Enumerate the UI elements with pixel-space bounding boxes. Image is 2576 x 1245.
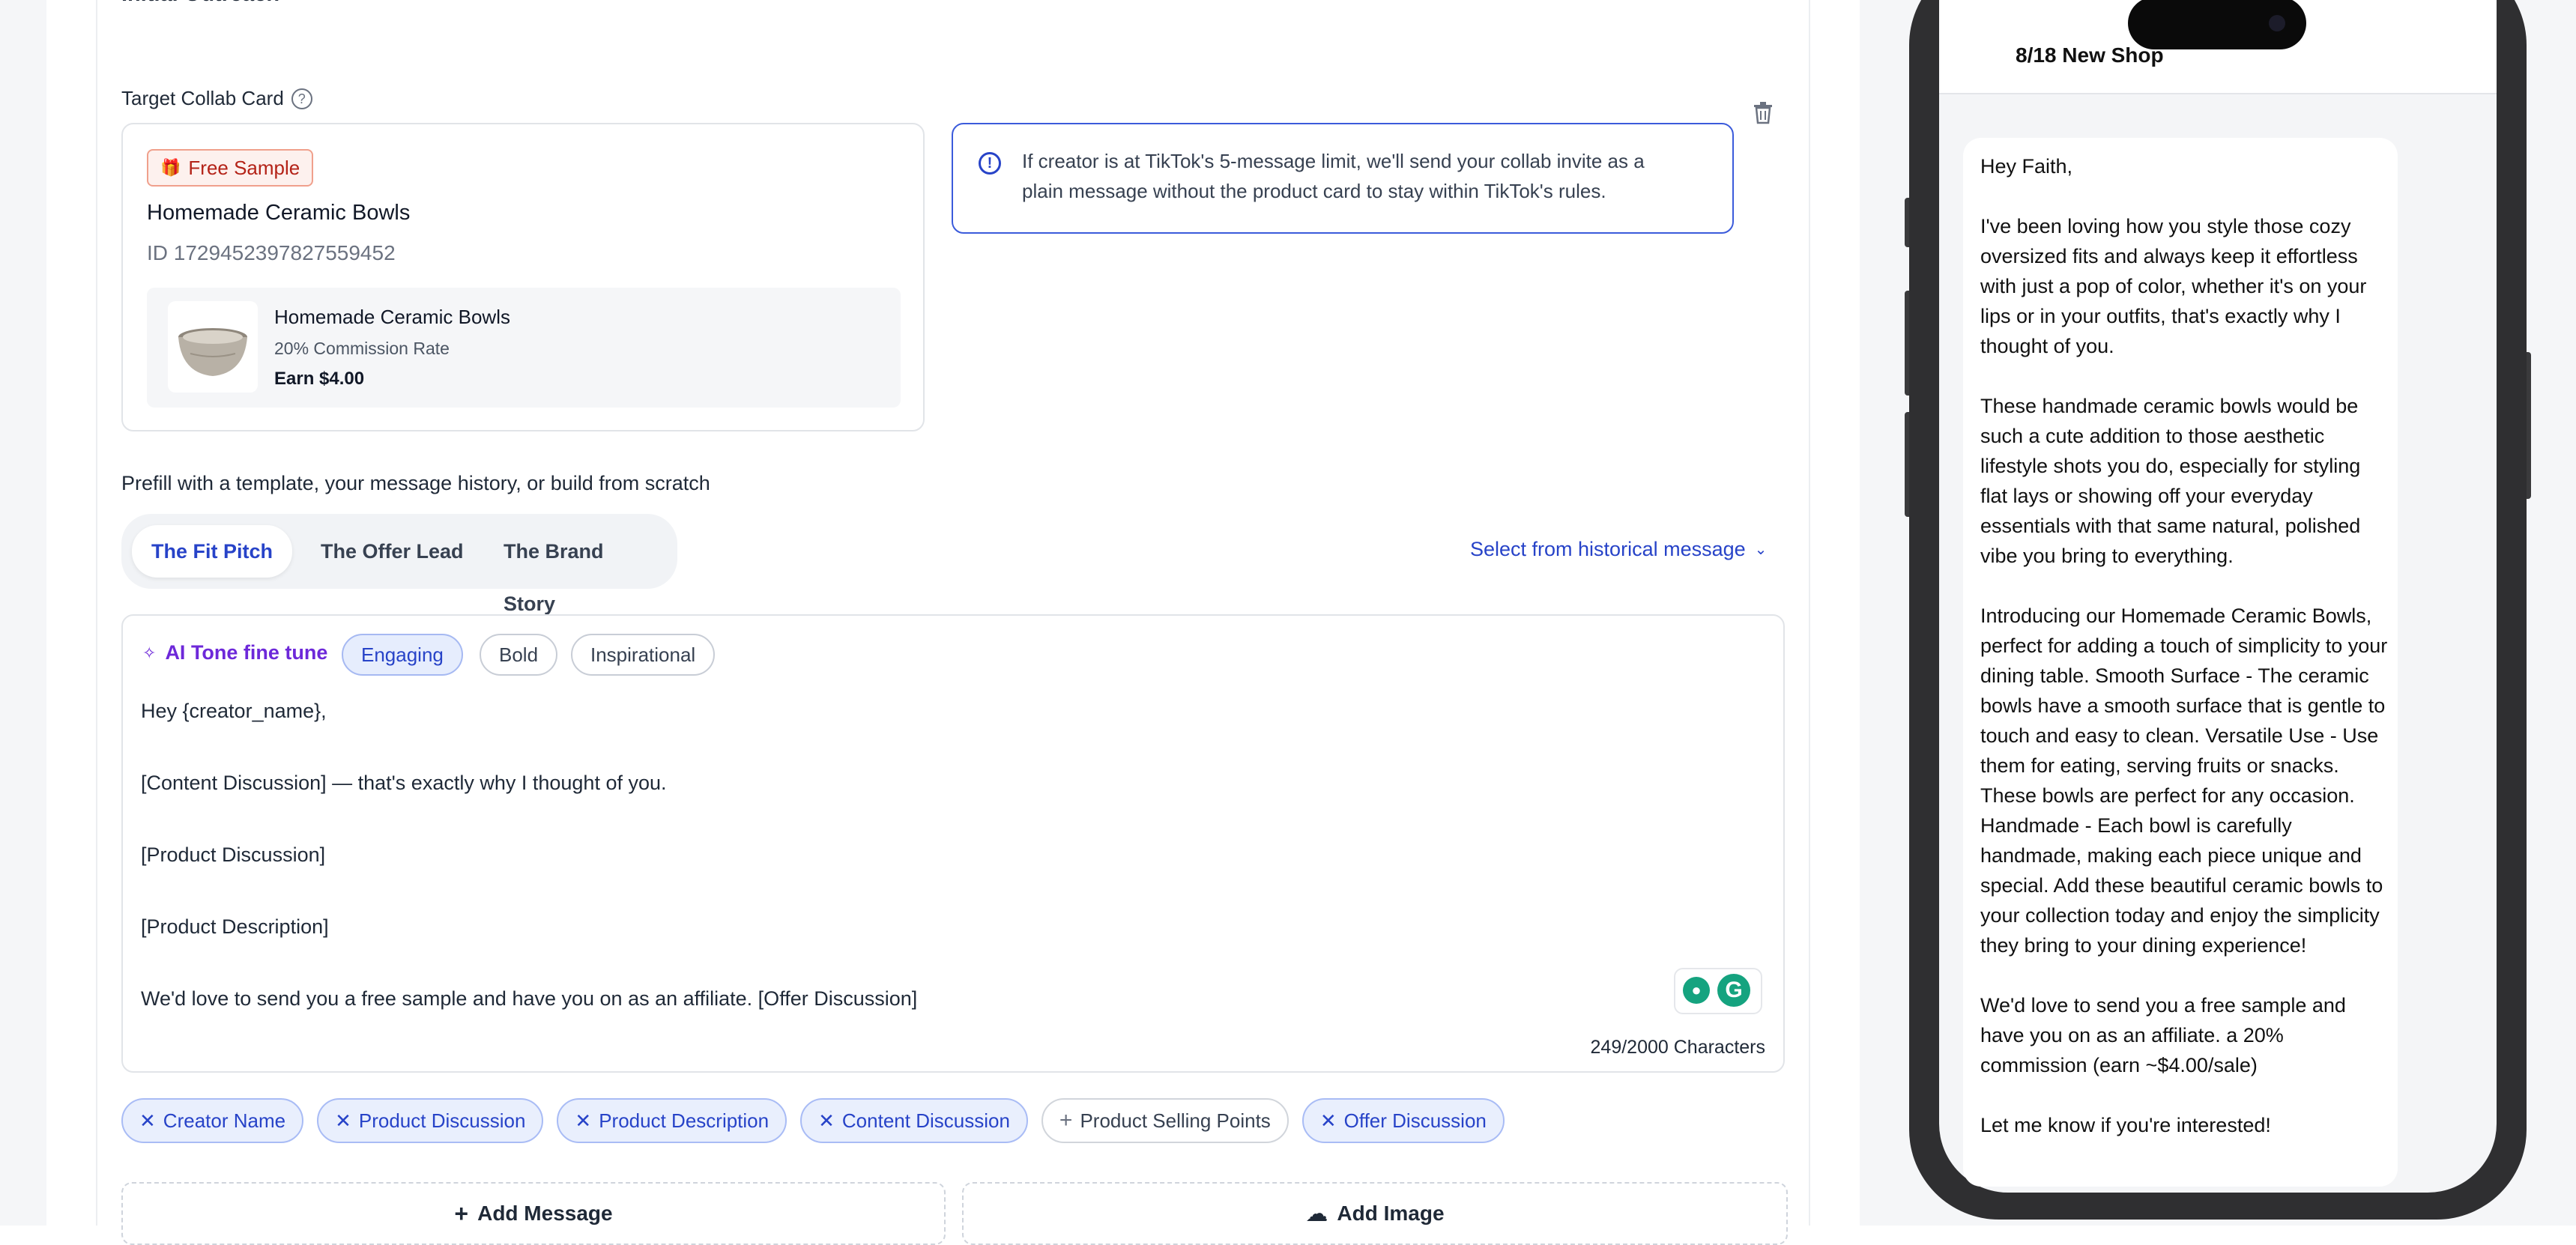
variable-content-discussion[interactable]: ✕ Content Discussion xyxy=(800,1098,1028,1143)
message-line[interactable]: We'd love to send you a free sample and … xyxy=(141,987,917,1011)
product-id: ID 1729452397827559452 xyxy=(147,241,396,264)
plus-icon: + xyxy=(454,1199,469,1227)
plus-icon: + xyxy=(1059,1108,1073,1133)
free-sample-text: Free Sample xyxy=(188,156,300,179)
target-collab-label: Target Collab Card ? xyxy=(121,87,312,110)
variable-creator-name[interactable]: ✕ Creator Name xyxy=(121,1098,304,1143)
trash-icon xyxy=(1754,102,1772,124)
template-tabs: The Fit Pitch The Offer Lead The Brand S… xyxy=(121,514,677,615)
tone-engaging[interactable]: Engaging xyxy=(342,634,463,676)
remove-icon: ✕ xyxy=(818,1109,835,1132)
remove-icon: ✕ xyxy=(335,1109,351,1132)
tab-offer-lead[interactable]: The Offer Lead xyxy=(301,525,483,578)
notice-line-1: If creator is at TikTok's 5-message limi… xyxy=(1022,150,1645,172)
mini-product-name: Homemade Ceramic Bowls xyxy=(274,306,510,328)
product-thumbnail xyxy=(168,301,258,393)
message-line[interactable]: [Product Description] xyxy=(141,915,329,939)
left-gutter xyxy=(0,0,46,1226)
section-title: Initial Outreach xyxy=(121,0,279,7)
variable-product-description[interactable]: ✕ Product Description xyxy=(557,1098,787,1143)
delete-card-button[interactable] xyxy=(1752,100,1774,124)
bulb-icon: ● xyxy=(1683,977,1710,1004)
tab-fit-pitch[interactable]: The Fit Pitch xyxy=(132,525,292,578)
product-name: Homemade Ceramic Bowls xyxy=(147,201,411,225)
message-limit-notice xyxy=(952,123,1734,234)
variable-pills: ✕ Creator Name ✕ Product Discussion ✕ Pr… xyxy=(121,1098,1505,1143)
chevron-down-icon: ⌄ xyxy=(1754,542,1768,558)
grammarly-icon: G xyxy=(1717,974,1750,1007)
historical-message-text: Select from historical message xyxy=(1470,538,1746,560)
upload-cloud-icon: ☁ xyxy=(1305,1201,1328,1226)
character-count: 249/2000 Characters xyxy=(1590,1037,1765,1058)
ceramic-bowl-icon xyxy=(178,328,247,376)
variable-product-discussion[interactable]: ✕ Product Discussion xyxy=(317,1098,544,1143)
content-left-border xyxy=(96,0,97,1226)
remove-icon: ✕ xyxy=(1319,1109,1337,1132)
product-mini-card xyxy=(147,288,901,408)
variable-offer-discussion[interactable]: ✕ Offer Discussion xyxy=(1301,1098,1505,1143)
help-icon[interactable]: ? xyxy=(291,88,312,109)
add-message-button[interactable]: + Add Message xyxy=(121,1182,946,1245)
mini-commission: 20% Commission Rate xyxy=(274,339,450,358)
chat-message-text: Hey Faith, I've been loving how you styl… xyxy=(1980,155,2388,1136)
free-sample-badge: 🎁 Free Sample xyxy=(147,149,314,187)
add-image-label: Add Image xyxy=(1337,1202,1445,1225)
remove-icon: ✕ xyxy=(575,1109,592,1132)
gift-icon: 🎁 xyxy=(160,158,181,177)
notice-line-2: plain message without the product card t… xyxy=(1022,180,1606,202)
message-line[interactable]: [Product Discussion] xyxy=(141,843,325,867)
variable-label: Product Selling Points xyxy=(1080,1109,1271,1132)
variable-label: Product Discussion xyxy=(358,1109,526,1132)
target-collab-label-text: Target Collab Card xyxy=(121,87,284,109)
variable-label: Creator Name xyxy=(163,1109,286,1132)
variable-label: Content Discussion xyxy=(841,1109,1010,1132)
prefill-label: Prefill with a template, your message hi… xyxy=(121,472,710,494)
content-right-border xyxy=(1809,0,1810,1226)
camera-icon xyxy=(2269,15,2285,31)
tab-brand-story[interactable]: The Brand Story xyxy=(484,525,671,615)
add-message-label: Add Message xyxy=(477,1202,613,1225)
ai-tone-text: AI Tone fine tune xyxy=(165,641,328,664)
variable-label: Product Description xyxy=(599,1109,770,1132)
add-image-button[interactable]: ☁ Add Image xyxy=(962,1182,1788,1245)
grammar-widget[interactable]: ● G xyxy=(1674,968,1762,1014)
ai-tone-label: ✧ AI Tone fine tune xyxy=(142,641,327,664)
tone-chips: Engaging Bold Inspirational xyxy=(342,634,791,676)
shop-name: 8/18 New Shop xyxy=(2016,43,2164,67)
mini-earn: Earn $4.00 xyxy=(274,369,365,389)
variable-label: Offer Discussion xyxy=(1343,1109,1487,1132)
sparkle-icon: ✧ xyxy=(142,643,157,662)
info-icon: ! xyxy=(979,152,1001,175)
tone-bold[interactable]: Bold xyxy=(480,634,558,676)
message-line[interactable]: Hey {creator_name}, xyxy=(141,700,327,723)
message-line[interactable]: [Content Discussion] — that's exactly wh… xyxy=(141,772,667,795)
remove-icon: ✕ xyxy=(139,1109,156,1132)
tone-inspirational[interactable]: Inspirational xyxy=(571,634,716,676)
variable-product-selling-points[interactable]: + Product Selling Points xyxy=(1041,1098,1289,1143)
historical-message-select[interactable]: Select from historical message ⌄ xyxy=(1470,538,1767,561)
